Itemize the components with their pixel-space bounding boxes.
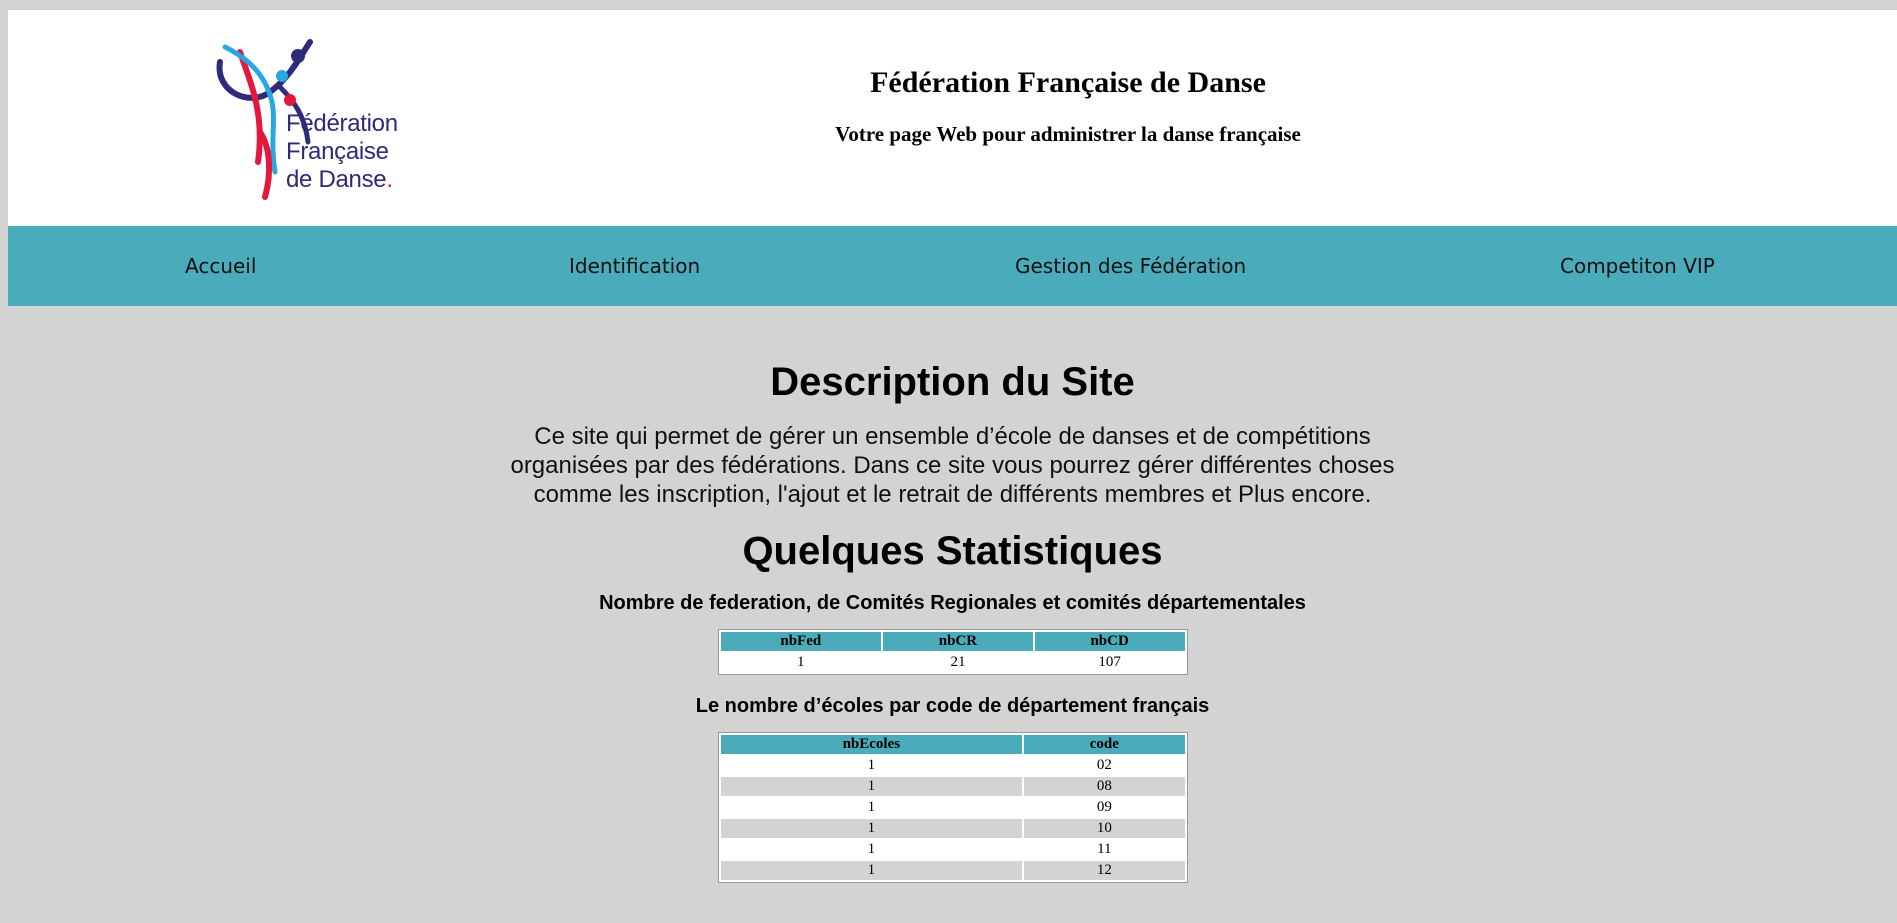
table2-caption: Le nombre d’écoles par code de départeme… [695, 695, 1210, 717]
page-frame: Fédération Française de Danse. Fédératio… [8, 10, 1897, 923]
logo-line-1: Fédération [286, 110, 398, 137]
table-cell: 10 [1024, 819, 1185, 838]
column-header-code: code [1024, 735, 1185, 754]
table-cell: 02 [1024, 756, 1185, 775]
table-cell: 1 [720, 756, 1023, 775]
description-text: Ce site qui permet de gérer un ensemble … [510, 423, 1395, 508]
federation-logo[interactable]: Fédération Française de Danse. [210, 32, 440, 212]
table-cell: 1 [720, 653, 882, 672]
logo-line-3: de Danse. [286, 166, 398, 194]
schools-by-department-table: nbEcoles code 1 02 1 08 1 09 1 10 1 11 1… [717, 732, 1188, 883]
table-cell: 107 [1034, 653, 1185, 672]
column-header-nbcd: nbCD [1034, 632, 1185, 651]
logo-line-2: Française [286, 138, 389, 165]
site-header: Fédération Française de Danse. Fédératio… [8, 10, 1897, 226]
table-row: 1 02 [720, 756, 1185, 775]
table-row: 1 09 [720, 798, 1185, 817]
column-header-nbecoles: nbEcoles [720, 735, 1023, 754]
table-cell: 08 [1024, 777, 1185, 796]
table-cell: 21 [883, 653, 1033, 672]
table-cell: 1 [720, 777, 1023, 796]
site-subtitle: Votre page Web pour administrer la danse… [835, 122, 1301, 146]
logo-wordmark: Fédération Française de Danse. [286, 110, 398, 194]
nav-item-identification[interactable]: Identification [569, 226, 700, 306]
table-cell: 12 [1024, 861, 1185, 880]
table-row: 1 12 [720, 861, 1185, 880]
table-header-row: nbEcoles code [720, 735, 1185, 754]
table-cell: 1 [720, 819, 1023, 838]
table-row: 1 10 [720, 819, 1185, 838]
table-header-row: nbFed nbCR nbCD [720, 632, 1185, 651]
column-header-nbcr: nbCR [883, 632, 1033, 651]
nav-item-competition-vip[interactable]: Competiton VIP [1560, 226, 1715, 306]
header-titles: Fédération Française de Danse Votre page… [648, 66, 1488, 147]
main-nav: Accueil Identification Gestion des Fédér… [8, 226, 1897, 306]
table-row: 1 11 [720, 840, 1185, 859]
window-top-strip [0, 0, 1897, 10]
nav-item-gestion-federation[interactable]: Gestion des Fédération [1015, 226, 1246, 306]
table1-caption: Nombre de federation, de Comités Regiona… [599, 592, 1306, 614]
nav-item-accueil[interactable]: Accueil [185, 226, 256, 306]
table-cell: 09 [1024, 798, 1185, 817]
table-row: 1 21 107 [720, 653, 1185, 672]
table-cell: 1 [720, 840, 1023, 859]
logo-red-dot: . [386, 166, 393, 193]
logo-line-3-text: de Danse [286, 166, 387, 193]
table-row: 1 08 [720, 777, 1185, 796]
federation-count-table: nbFed nbCR nbCD 1 21 107 [717, 629, 1188, 675]
table-cell: 11 [1024, 840, 1185, 859]
description-title: Description du Site [770, 360, 1135, 404]
main-content: Description du Site Ce site qui permet d… [8, 306, 1897, 883]
statistics-title: Quelques Statistiques [742, 529, 1163, 573]
column-header-nbfed: nbFed [720, 632, 882, 651]
table-cell: 1 [720, 861, 1023, 880]
table-cell: 1 [720, 798, 1023, 817]
site-title: Fédération Française de Danse [870, 66, 1266, 99]
